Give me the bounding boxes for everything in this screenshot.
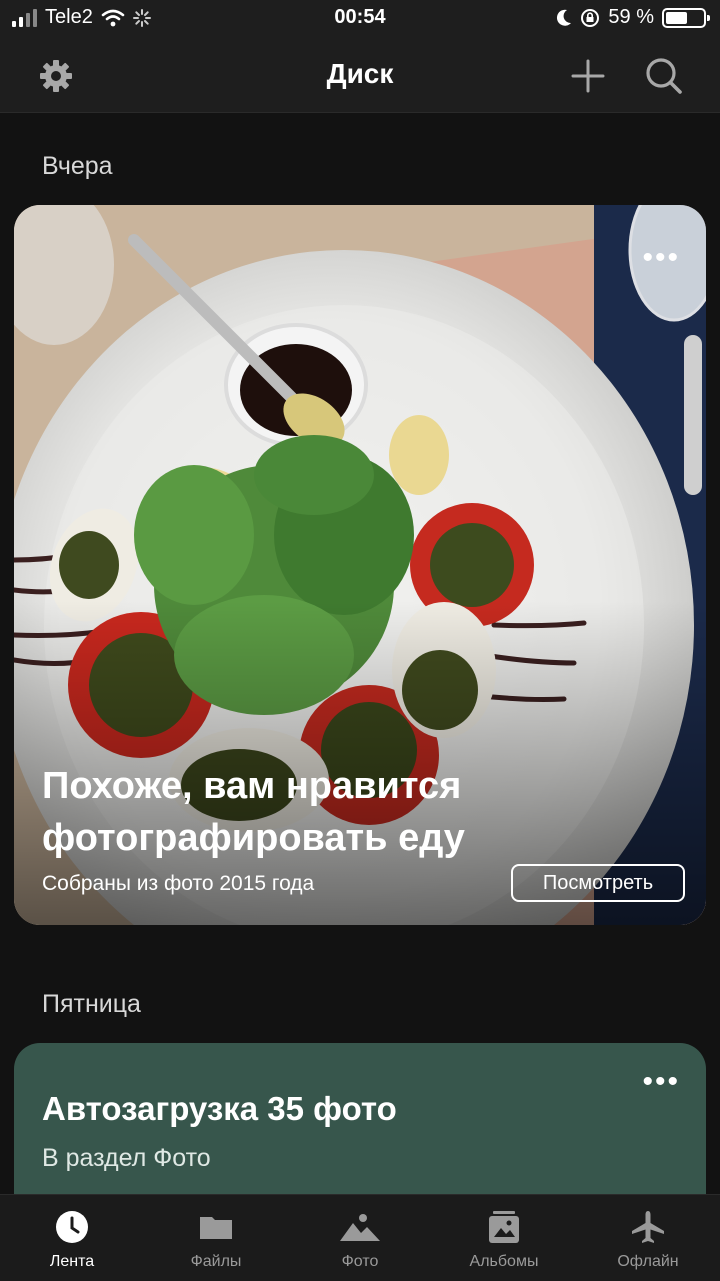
page-title: Диск bbox=[326, 58, 394, 89]
app-bar: Диск bbox=[0, 40, 720, 113]
card-subtitle: Собраны из фото 2015 года bbox=[42, 872, 315, 895]
album-icon bbox=[489, 1211, 519, 1243]
tab-feed-label: Лента bbox=[49, 1253, 95, 1270]
search-button[interactable] bbox=[642, 54, 686, 98]
add-button[interactable] bbox=[566, 54, 610, 98]
upload-subtitle: В раздел Фото bbox=[42, 1144, 211, 1172]
photo-icon bbox=[340, 1214, 380, 1241]
moon-icon bbox=[557, 9, 572, 26]
plus-icon bbox=[571, 59, 605, 93]
tab-files[interactable]: Файлы bbox=[144, 1195, 288, 1281]
card-more-button[interactable]: ••• bbox=[642, 241, 680, 275]
battery-icon bbox=[662, 7, 710, 28]
battery-fill bbox=[666, 11, 687, 24]
tab-photo[interactable]: Фото bbox=[288, 1195, 432, 1281]
tab-offline[interactable]: Офлайн bbox=[576, 1195, 720, 1281]
memories-photo-card[interactable]: ••• Похоже, вам нравится фотографировать… bbox=[14, 205, 706, 925]
tab-feed[interactable]: Лента bbox=[0, 1195, 144, 1281]
tab-photo-label: Фото bbox=[341, 1253, 379, 1270]
search-icon bbox=[646, 58, 682, 94]
upload-title: Автозагрузка 35 фото bbox=[42, 1090, 397, 1127]
airplane-icon bbox=[632, 1211, 664, 1243]
upload-card-more-button[interactable]: ••• bbox=[642, 1065, 680, 1099]
status-bar: Tele2 00:54 59 % bbox=[0, 0, 720, 40]
tab-albums[interactable]: Альбомы bbox=[432, 1195, 576, 1281]
view-button[interactable]: Посмотреть bbox=[511, 864, 685, 902]
bottom-tab-bar: Лента Файлы Фото Альбомы Офлайн bbox=[0, 1194, 720, 1281]
tab-albums-label: Альбомы bbox=[469, 1253, 539, 1270]
status-right: 59 % bbox=[556, 6, 710, 29]
tab-files-label: Файлы bbox=[190, 1253, 242, 1270]
tab-offline-label: Офлайн bbox=[617, 1253, 679, 1270]
section-label-friday: Пятница bbox=[42, 990, 141, 1018]
orientation-lock-icon bbox=[581, 8, 600, 27]
battery-percent: 59 % bbox=[608, 6, 654, 28]
section-label-yesterday: Вчера bbox=[42, 152, 113, 180]
clock-icon bbox=[56, 1211, 88, 1243]
folder-icon bbox=[200, 1217, 232, 1239]
card-title: Похоже, вам нравится фотографировать еду bbox=[42, 765, 465, 859]
